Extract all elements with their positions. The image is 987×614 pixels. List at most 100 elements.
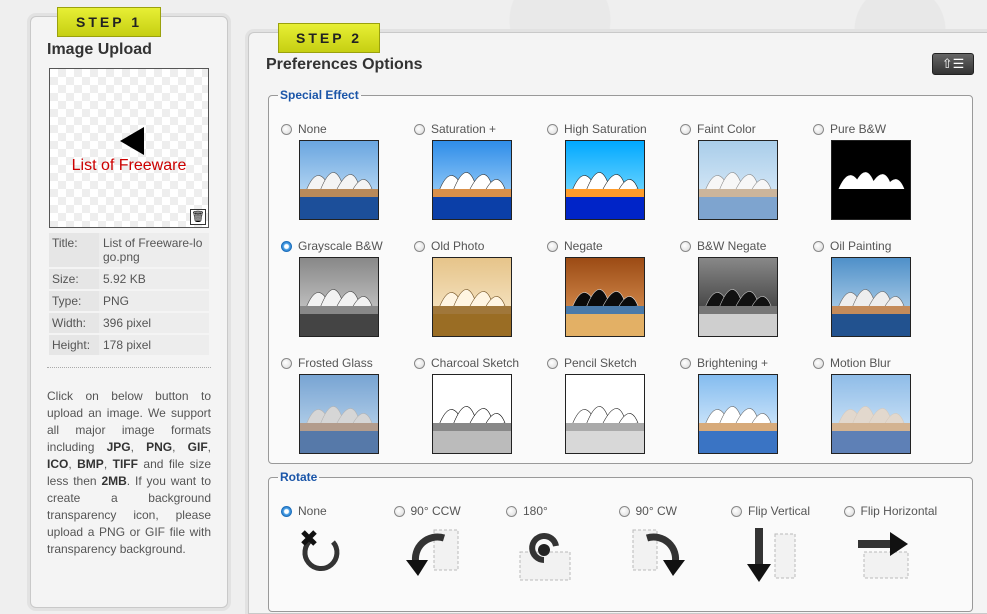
effect-thumbnail[interactable] [698, 257, 778, 337]
effect-label[interactable]: Pencil Sketch [547, 354, 675, 372]
effect-thumbnail[interactable] [698, 140, 778, 220]
effect-thumbnail[interactable] [565, 374, 645, 454]
effect-option-negate[interactable]: Negate [547, 237, 675, 337]
effect-label[interactable]: Motion Blur [813, 354, 941, 372]
effect-radio[interactable] [680, 240, 691, 252]
rotate-radio[interactable] [393, 505, 405, 517]
effect-name: Negate [564, 239, 603, 253]
effect-label[interactable]: High Saturation [547, 120, 675, 138]
effect-label[interactable]: Frosted Glass [281, 354, 409, 372]
effect-option-frosted-glass[interactable]: Frosted Glass [281, 354, 409, 454]
upload-list-icon[interactable]: ⇧☰ [932, 53, 974, 75]
effect-name: Pencil Sketch [564, 356, 637, 370]
rotate-option-180[interactable]: 180° [506, 502, 626, 581]
effect-thumbnail[interactable] [565, 257, 645, 337]
info-row: Size: 5.92 KB [49, 269, 209, 291]
effect-radio[interactable] [813, 357, 824, 369]
effect-thumbnail[interactable] [299, 257, 379, 337]
effect-label[interactable]: Grayscale B&W [281, 237, 409, 255]
effect-option-saturation[interactable]: Saturation + [414, 120, 542, 220]
effect-label[interactable]: Charcoal Sketch [414, 354, 542, 372]
effect-thumbnail[interactable] [432, 374, 512, 454]
info-value: 178 pixel [99, 335, 209, 355]
effect-thumbnail[interactable] [432, 257, 512, 337]
effect-radio[interactable] [281, 240, 292, 252]
effect-label[interactable]: Old Photo [414, 237, 542, 255]
effect-name: Brightening + [697, 356, 769, 370]
effect-radio[interactable] [680, 123, 691, 135]
effect-option-pure-b-w[interactable]: Pure B&W [813, 120, 941, 220]
rotate-option-90-cw[interactable]: 90° CW [618, 502, 739, 576]
effect-option-none[interactable]: None [281, 120, 409, 220]
effect-thumbnail[interactable] [831, 374, 911, 454]
effect-radio[interactable] [813, 123, 824, 135]
effect-option-brightening[interactable]: Brightening + [680, 354, 808, 454]
effect-radio[interactable] [281, 357, 292, 369]
effect-thumbnail[interactable] [299, 374, 379, 454]
effect-option-oil-painting[interactable]: Oil Painting [813, 237, 941, 337]
effect-thumbnail[interactable] [698, 374, 778, 454]
rotate-90-ccw-icon[interactable] [404, 524, 464, 584]
rotate-radio[interactable] [731, 505, 742, 517]
effect-thumbnail[interactable] [831, 257, 911, 337]
rotate-radio[interactable] [281, 505, 292, 517]
effect-thumbnail[interactable] [432, 140, 512, 220]
effect-option-pencil-sketch[interactable]: Pencil Sketch [547, 354, 675, 454]
effect-label[interactable]: None [281, 120, 409, 138]
info-value: PNG [99, 291, 209, 311]
rotate-none-icon[interactable] [291, 524, 351, 584]
rotate-name: Flip Vertical [748, 504, 811, 518]
info-key: Height: [49, 335, 99, 355]
rotate-90-cw-icon[interactable] [629, 524, 689, 584]
rotate-option-none[interactable]: None [281, 502, 401, 572]
effect-radio[interactable] [281, 123, 292, 135]
effect-thumbnail[interactable] [299, 140, 379, 220]
rotate-flip-horizontal-icon[interactable] [854, 524, 914, 584]
effect-thumbnail[interactable] [831, 140, 911, 220]
rotate-label[interactable]: None [281, 502, 409, 520]
effect-radio[interactable] [547, 123, 558, 135]
rotate-label[interactable]: 90° CW [618, 502, 747, 520]
effect-label[interactable]: Oil Painting [813, 237, 941, 255]
rotate-option-90-ccw[interactable]: 90° CCW [393, 502, 514, 576]
rotate-radio[interactable] [843, 505, 855, 517]
effect-radio[interactable] [547, 357, 558, 369]
effect-label[interactable]: Negate [547, 237, 675, 255]
effect-radio[interactable] [414, 123, 425, 135]
effect-option-old-photo[interactable]: Old Photo [414, 237, 542, 337]
rotate-180-icon[interactable] [516, 524, 576, 584]
rotate-radio[interactable] [618, 505, 630, 517]
effect-radio[interactable] [414, 357, 425, 369]
image-preview: List of Freeware 🗑 [49, 68, 209, 228]
rotate-label[interactable]: 180° [506, 502, 634, 520]
rotate-label[interactable]: Flip Horizontal [843, 502, 972, 520]
effect-radio[interactable] [813, 240, 824, 252]
effect-option-grayscale-b-w[interactable]: Grayscale B&W [281, 237, 409, 337]
effect-label[interactable]: Pure B&W [813, 120, 941, 138]
effect-radio[interactable] [547, 240, 558, 252]
effect-label[interactable]: Saturation + [414, 120, 542, 138]
effect-label[interactable]: B&W Negate [680, 237, 808, 255]
effect-option-motion-blur[interactable]: Motion Blur [813, 354, 941, 454]
effect-label[interactable]: Brightening + [680, 354, 808, 372]
rotate-name: 90° CCW [410, 504, 461, 518]
effect-thumbnail[interactable] [565, 140, 645, 220]
rotate-option-flip-horizontal[interactable]: Flip Horizontal [843, 502, 964, 579]
effect-radio[interactable] [414, 240, 425, 252]
effect-name: Saturation + [431, 122, 497, 136]
effect-option-high-saturation[interactable]: High Saturation [547, 120, 675, 220]
image-info-table: Title: List of Freeware-logo.png Size: 5.92… [49, 233, 209, 357]
effect-option-charcoal-sketch[interactable]: Charcoal Sketch [414, 354, 542, 454]
rotate-radio[interactable] [506, 505, 517, 517]
info-value: 396 pixel [99, 313, 209, 333]
effect-option-faint-color[interactable]: Faint Color [680, 120, 808, 220]
info-row: Height: 178 pixel [49, 335, 209, 357]
effect-option-b-w-negate[interactable]: B&W Negate [680, 237, 808, 337]
rotate-label[interactable]: Flip Vertical [731, 502, 859, 520]
trash-icon[interactable]: 🗑 [190, 209, 206, 225]
effect-label[interactable]: Faint Color [680, 120, 808, 138]
effect-radio[interactable] [680, 357, 691, 369]
rotate-option-flip-vertical[interactable]: Flip Vertical [731, 502, 851, 582]
rotate-flip-vertical-icon[interactable] [741, 524, 801, 584]
rotate-label[interactable]: 90° CCW [393, 502, 522, 520]
